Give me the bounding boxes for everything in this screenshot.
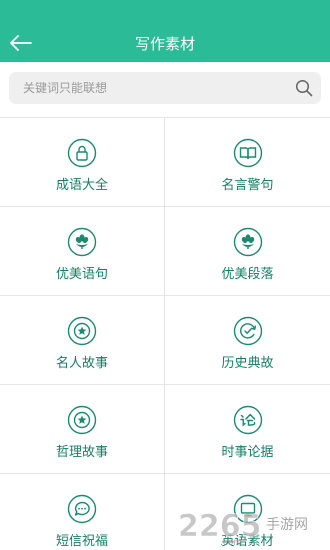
book-icon: [233, 138, 262, 168]
category-label: 优美段落: [221, 267, 274, 282]
category-item-philosophical-stories[interactable]: 哲理故事: [0, 385, 165, 474]
refresh-check-icon: [233, 316, 262, 346]
star-icon: [67, 405, 97, 435]
lock-icon: [67, 138, 97, 168]
search-input[interactable]: [23, 72, 283, 104]
watermark-text: 手游网: [266, 517, 308, 533]
category-item-beautiful-sentences[interactable]: 优美语句: [0, 207, 165, 296]
watermark-domain: .com: [220, 538, 242, 546]
category-label: 历史典故: [221, 356, 274, 371]
category-label: 短信祝福: [55, 534, 108, 549]
category-label: 名人故事: [55, 356, 108, 371]
flower-icon: [67, 227, 97, 257]
category-item-quotes[interactable]: 名言警句: [165, 118, 330, 207]
site-watermark: 2265 .com 手游网: [178, 509, 308, 546]
category-label: 优美语句: [55, 267, 108, 282]
category-label: 名言警句: [221, 178, 274, 193]
category-item-sms-blessings[interactable]: 短信祝福: [0, 474, 165, 550]
category-item-celebrity-stories[interactable]: 名人故事: [0, 296, 165, 385]
chat-icon: [67, 494, 97, 524]
search-bar: [0, 62, 330, 116]
category-item-current-affairs[interactable]: 时事论据: [165, 385, 330, 474]
flower-icon: [233, 227, 262, 257]
category-grid: 成语大全 名言警句 优美语句 优美段落 名人故事 历史典故 哲理故事 时事论据 …: [0, 117, 330, 550]
category-label: 哲理故事: [55, 445, 108, 460]
search-box: [9, 72, 321, 104]
category-label: 时事论据: [221, 445, 274, 460]
lun-icon: [233, 405, 262, 435]
category-item-beautiful-paragraphs[interactable]: 优美段落: [165, 207, 330, 296]
search-icon[interactable]: [295, 79, 313, 97]
page-title: 写作素材: [134, 35, 195, 53]
category-item-historical-allusions[interactable]: 历史典故: [165, 296, 330, 385]
category-item-idioms[interactable]: 成语大全: [0, 118, 165, 207]
category-label: 成语大全: [55, 178, 108, 193]
star-icon: [67, 316, 97, 346]
